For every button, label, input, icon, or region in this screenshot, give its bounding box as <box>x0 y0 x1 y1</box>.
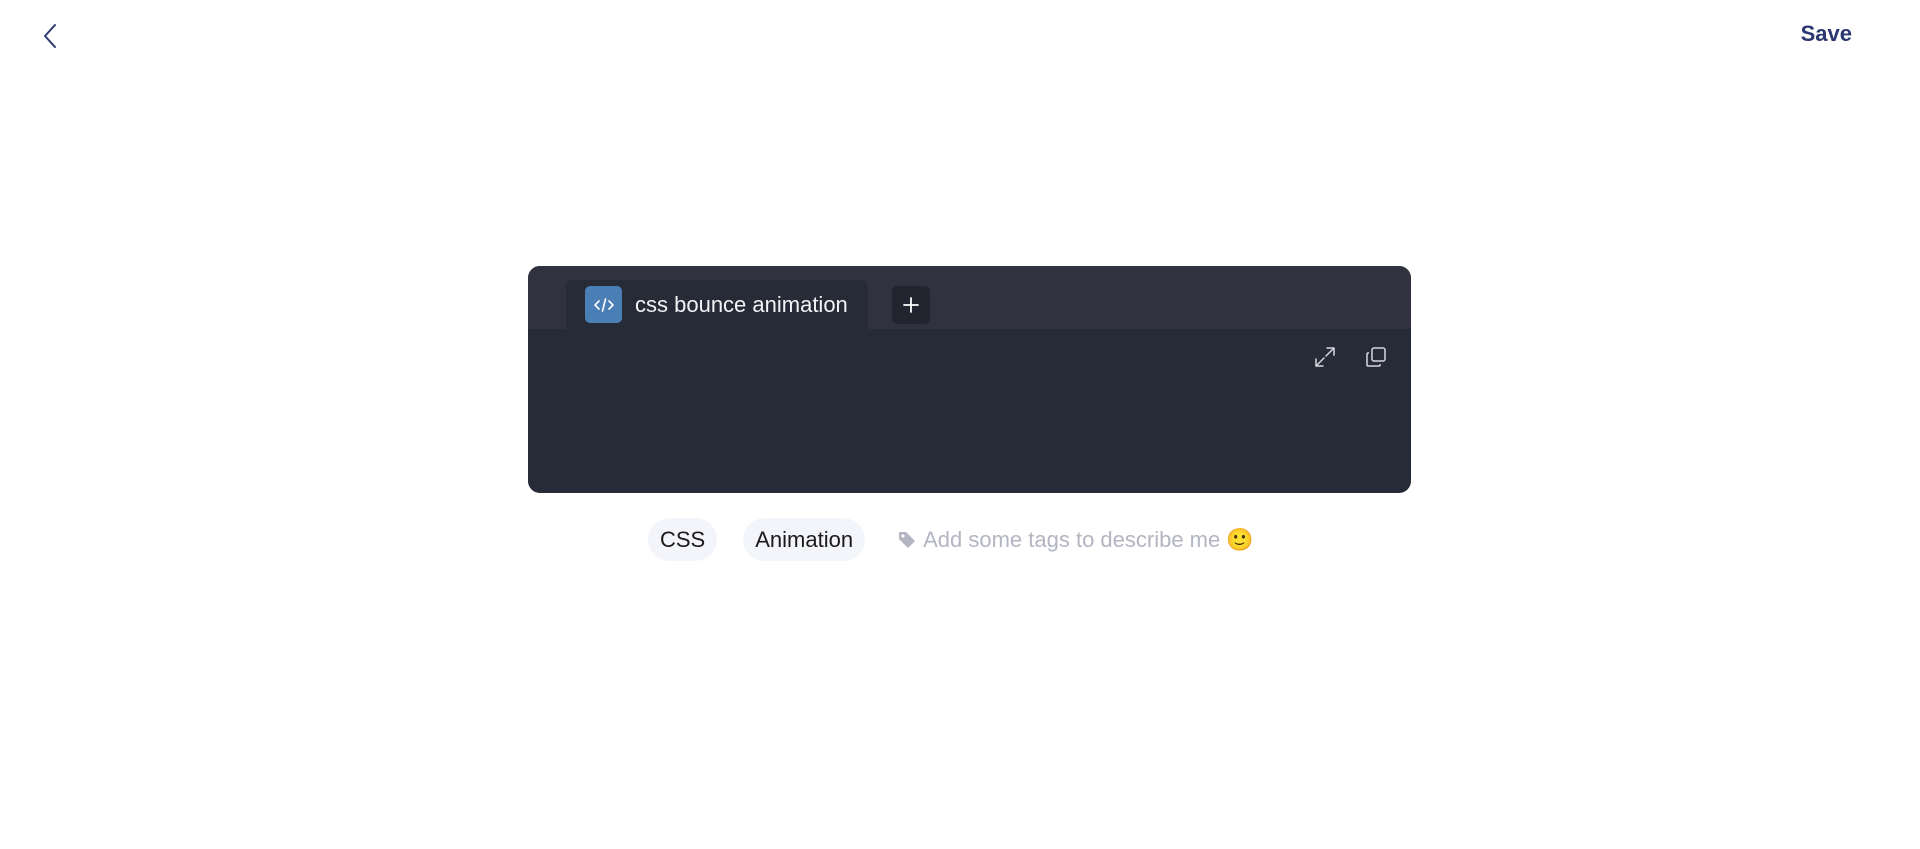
tag-chip[interactable]: Animation <box>743 518 866 561</box>
tab-bar: css bounce animation <box>528 266 1411 329</box>
save-button[interactable]: Save <box>1801 18 1852 50</box>
tag-input[interactable] <box>923 526 1254 553</box>
tag-input-wrap <box>897 526 1254 553</box>
expand-icon <box>1315 347 1335 367</box>
file-name: css bounce animation <box>635 291 848 317</box>
tag-icon <box>899 531 916 548</box>
back-button[interactable] <box>36 22 64 50</box>
expand-button[interactable] <box>1310 342 1340 372</box>
file-tab[interactable]: css bounce animation <box>566 280 868 329</box>
tags-row: CSS Animation <box>648 518 1254 561</box>
add-tab-button[interactable] <box>892 286 930 324</box>
copy-button[interactable] <box>1361 342 1391 372</box>
copy-icon <box>1366 347 1386 367</box>
tag-chip[interactable]: CSS <box>648 518 718 561</box>
code-editor: css bounce animation <box>528 266 1411 493</box>
plus-icon <box>903 297 919 313</box>
code-icon <box>585 286 622 323</box>
chevron-left-icon <box>44 24 56 48</box>
